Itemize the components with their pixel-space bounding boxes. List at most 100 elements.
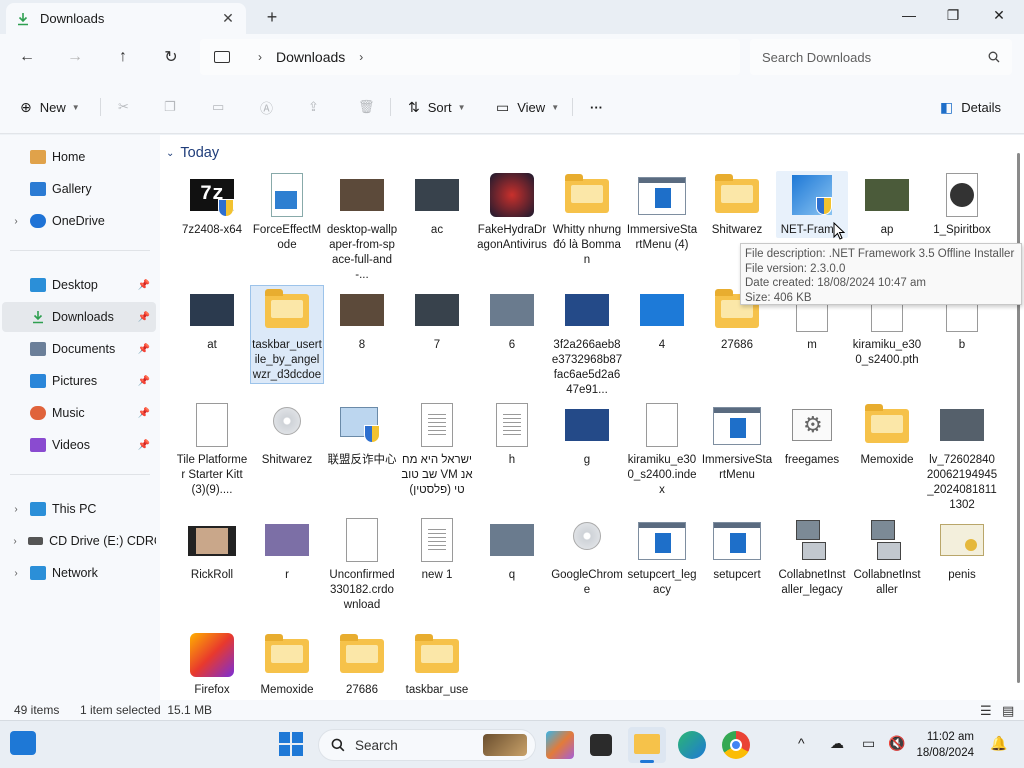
chevron-right-icon[interactable]: › (2, 216, 30, 227)
tiles-view-toggle[interactable]: ▤ (1002, 703, 1014, 719)
file-item[interactable]: GoogleChrome (551, 516, 623, 598)
clock[interactable]: 11:02 am 18/08/2024 (912, 729, 974, 761)
file-item[interactable]: ImmersiveStartMenu (4) (626, 171, 698, 253)
file-item[interactable]: 3f2a266aeb8e3732968b87fac6ae5d2a647e91..… (551, 286, 623, 398)
file-item[interactable]: q (476, 516, 548, 583)
details-button[interactable]: ◧ Details (940, 97, 1001, 117)
file-item[interactable]: ap (851, 171, 923, 238)
refresh-button[interactable]: ↻ (158, 44, 184, 70)
sidebar-item-pictures[interactable]: Pictures 📌 (2, 366, 156, 396)
notification-bell-icon[interactable]: 🔔 (990, 735, 1007, 752)
file-item[interactable]: 7 (401, 286, 473, 353)
terminal-icon[interactable] (590, 734, 612, 756)
chevron-right-icon[interactable]: › (2, 504, 30, 515)
file-item[interactable]: 8 (326, 286, 398, 353)
file-item[interactable]: taskbar_usertile_by_angelwzr_d3dcdoe (250, 285, 324, 384)
paste-button[interactable]: ▭ (212, 97, 224, 117)
pin-icon[interactable]: 📌 (138, 440, 150, 451)
up-button[interactable]: ↑ (110, 44, 136, 70)
file-item[interactable]: Unconfirmed 330182.crdownload (326, 516, 398, 613)
breadcrumb-chevron-icon[interactable]: › (359, 50, 363, 64)
edge-icon[interactable] (678, 731, 706, 759)
file-item[interactable]: 27686 (326, 631, 398, 698)
forward-button[interactable]: → (62, 44, 88, 70)
file-item[interactable]: desktop-wallpaper-from-space-full-and-..… (326, 171, 398, 283)
minimize-button[interactable]: — (886, 0, 932, 30)
sidebar-item-desktop[interactable]: Desktop 📌 (2, 270, 156, 300)
file-item[interactable]: lv_7260284020062194945_20240818111302 (926, 401, 998, 513)
file-item[interactable]: Memoxide (851, 401, 923, 468)
address-bar[interactable]: › Downloads › (200, 39, 740, 75)
chevron-up-icon[interactable]: ^ (798, 735, 805, 751)
sidebar-item-videos[interactable]: Videos 📌 (2, 430, 156, 460)
file-item[interactable]: ישראל היא מחשב טוב VM אנטי (פלסטין) (401, 401, 473, 498)
pin-icon[interactable]: 📌 (138, 408, 150, 419)
file-item[interactable]: penis (926, 516, 998, 583)
file-item[interactable]: 4 (626, 286, 698, 353)
file-item[interactable]: Whitty nhưng đó là Bomman (551, 171, 623, 268)
file-item[interactable]: setupcert_legacy (626, 516, 698, 598)
details-view-toggle[interactable]: ☰ (980, 703, 992, 719)
volume-muted-icon[interactable]: 🔇 (888, 735, 905, 752)
vertical-scrollbar[interactable] (1017, 153, 1020, 683)
file-item[interactable]: ac (401, 171, 473, 238)
file-item[interactable]: CollabnetInstaller (851, 516, 923, 598)
pin-icon[interactable]: 📌 (138, 280, 150, 291)
network-offline-icon[interactable]: ▭ (862, 735, 875, 752)
delete-button[interactable]: 🗑 (358, 97, 375, 117)
file-item[interactable]: 1_Spiritbox (926, 171, 998, 238)
file-item[interactable]: 6 (476, 286, 548, 353)
file-item[interactable]: kiramiku_e300_s2400.index (626, 401, 698, 498)
pin-icon[interactable]: 📌 (138, 312, 150, 323)
file-item[interactable]: Memoxide (251, 631, 323, 698)
cloud-offline-icon[interactable]: ☁ (830, 735, 844, 752)
chrome-icon[interactable] (722, 731, 750, 759)
sidebar-item-documents[interactable]: Documents 📌 (2, 334, 156, 364)
file-item[interactable]: FakeHydraDragonAntivirus (476, 171, 548, 253)
sidebar-item-network[interactable]: › Network (2, 558, 156, 588)
sidebar-item-music[interactable]: Music 📌 (2, 398, 156, 428)
file-item[interactable]: taskbar_use (401, 631, 473, 698)
file-item[interactable]: Shitwarez (701, 171, 773, 238)
breadcrumb-downloads[interactable]: Downloads (276, 49, 345, 65)
more-options-button[interactable]: ··· (590, 97, 603, 117)
file-item[interactable]: Tile Platformer Starter Kitt(3)(9).... (176, 401, 248, 498)
file-item[interactable]: Shitwarez (251, 401, 323, 468)
pin-icon[interactable]: 📌 (138, 344, 150, 355)
sidebar-item-downloads[interactable]: Downloads 📌 (2, 302, 156, 332)
file-item[interactable]: at (176, 286, 248, 353)
tab-close-button[interactable]: ✕ (220, 10, 236, 27)
taskbar-search[interactable]: Search (318, 729, 536, 761)
file-explorer-taskbar-button[interactable] (628, 727, 666, 763)
file-item[interactable]: 联盟反诈中心 (326, 401, 398, 468)
close-window-button[interactable]: ✕ (976, 0, 1022, 30)
sidebar-item-cd-drive[interactable]: › CD Drive (E:) CDRO (2, 526, 156, 556)
start-button[interactable] (278, 731, 306, 759)
sort-button[interactable]: ⇅ Sort ▼ (408, 97, 466, 117)
file-item[interactable]: RickRoll (176, 516, 248, 583)
chevron-right-icon[interactable]: › (2, 536, 28, 547)
new-button[interactable]: ⊕ New ▼ (20, 97, 80, 117)
new-tab-button[interactable]: + (262, 7, 282, 28)
file-item[interactable]: new 1 (401, 516, 473, 583)
widgets-icon[interactable] (10, 731, 36, 755)
file-item[interactable]: g (551, 401, 623, 468)
search-box[interactable]: Search Downloads (750, 39, 1012, 75)
sidebar-item-onedrive[interactable]: › OneDrive (2, 206, 156, 236)
sidebar-item-this-pc[interactable]: › This PC (2, 494, 156, 524)
tab-downloads[interactable]: Downloads ✕ (6, 3, 246, 34)
cut-button[interactable]: ✂ (118, 97, 129, 117)
file-item[interactable]: CollabnetInstaller_legacy (776, 516, 848, 598)
sidebar-item-gallery[interactable]: Gallery (2, 174, 156, 204)
file-item[interactable]: Firefox (176, 631, 248, 698)
back-button[interactable]: ← (14, 44, 40, 70)
file-item[interactable]: r (251, 516, 323, 583)
share-button[interactable]: ⇪ (308, 97, 319, 117)
view-button[interactable]: ▭ View ▼ (496, 97, 559, 117)
chevron-right-icon[interactable]: › (2, 568, 30, 579)
maximize-button[interactable]: ❐ (930, 0, 976, 30)
copilot-icon[interactable] (546, 731, 574, 759)
sidebar-item-home[interactable]: Home (2, 142, 156, 172)
breadcrumb-chevron-icon[interactable]: › (258, 50, 262, 64)
file-item[interactable]: ForceEffectMode (251, 171, 323, 253)
